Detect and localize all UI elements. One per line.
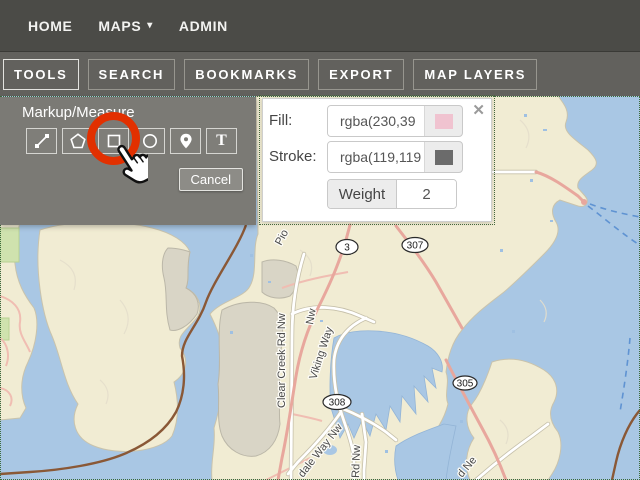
- ribbon-button-bookmarks[interactable]: BOOKMARKS: [184, 58, 310, 90]
- measure-line-tool-button[interactable]: [26, 128, 57, 154]
- park-area: [0, 227, 20, 263]
- fill-color-swatch[interactable]: [434, 113, 453, 129]
- stroke-label: Stroke:: [269, 148, 317, 165]
- style-popup: ✕ Fill: Stroke: Weight: [259, 95, 495, 225]
- nav-maps[interactable]: MAPS ▾: [98, 18, 152, 34]
- weight-input[interactable]: [397, 180, 456, 208]
- tool-ribbon: TOOLS SEARCH BOOKMARKS EXPORT MAP LAYERS: [0, 51, 640, 96]
- stroke-input[interactable]: [328, 142, 425, 172]
- stroke-input-group: [327, 141, 463, 173]
- fill-label: Fill:: [269, 112, 293, 129]
- top-navbar: HOME MAPS ▾ ADMIN: [0, 0, 640, 51]
- marker-pin-icon: [179, 133, 192, 149]
- urban-area-north: [261, 259, 299, 299]
- measure-line-icon: [34, 134, 49, 148]
- fill-swatch-cell[interactable]: [425, 106, 462, 136]
- hand-cursor-icon: [117, 144, 148, 184]
- app-window: HOME MAPS ▾ ADMIN TOOLS SEARCH BOOKMARKS…: [0, 0, 640, 480]
- nav-admin[interactable]: ADMIN: [179, 18, 228, 34]
- stroke-color-swatch[interactable]: [434, 149, 453, 165]
- weight-label: Weight: [328, 180, 397, 208]
- route-shield-307: 307: [407, 241, 424, 252]
- fill-input-group: [327, 105, 463, 137]
- route-shield-3: 3: [344, 243, 350, 254]
- ribbon-button-map-layers[interactable]: MAP LAYERS: [413, 58, 538, 90]
- text-tool-glyph: T: [216, 132, 227, 149]
- chevron-down-icon: ▾: [147, 19, 153, 31]
- ribbon-button-tools[interactable]: TOOLS: [3, 58, 79, 90]
- polygon-icon: [69, 133, 86, 149]
- route-shield-308: 308: [329, 398, 346, 409]
- road-label-clear-creek: Clear Creek Rd Nw: [276, 313, 288, 408]
- ribbon-button-search[interactable]: SEARCH: [87, 58, 176, 90]
- nav-maps-label: MAPS: [98, 17, 142, 34]
- nav-home[interactable]: HOME: [28, 18, 72, 34]
- close-icon[interactable]: ✕: [472, 103, 485, 118]
- urban-area-silverdale: [217, 301, 284, 457]
- text-tool-button[interactable]: T: [206, 128, 237, 154]
- route-shield-305: 305: [457, 379, 474, 390]
- ribbon-button-export[interactable]: EXPORT: [318, 58, 405, 90]
- road-label-rd-nw: Rd Nw: [350, 445, 363, 478]
- park-area: [0, 317, 10, 341]
- fill-input[interactable]: [328, 106, 425, 136]
- ferry-dock: [581, 199, 587, 205]
- weight-input-group: Weight: [327, 179, 457, 209]
- cancel-button[interactable]: Cancel: [178, 168, 243, 191]
- stroke-swatch-cell[interactable]: [425, 142, 462, 172]
- marker-tool-button[interactable]: [170, 128, 201, 154]
